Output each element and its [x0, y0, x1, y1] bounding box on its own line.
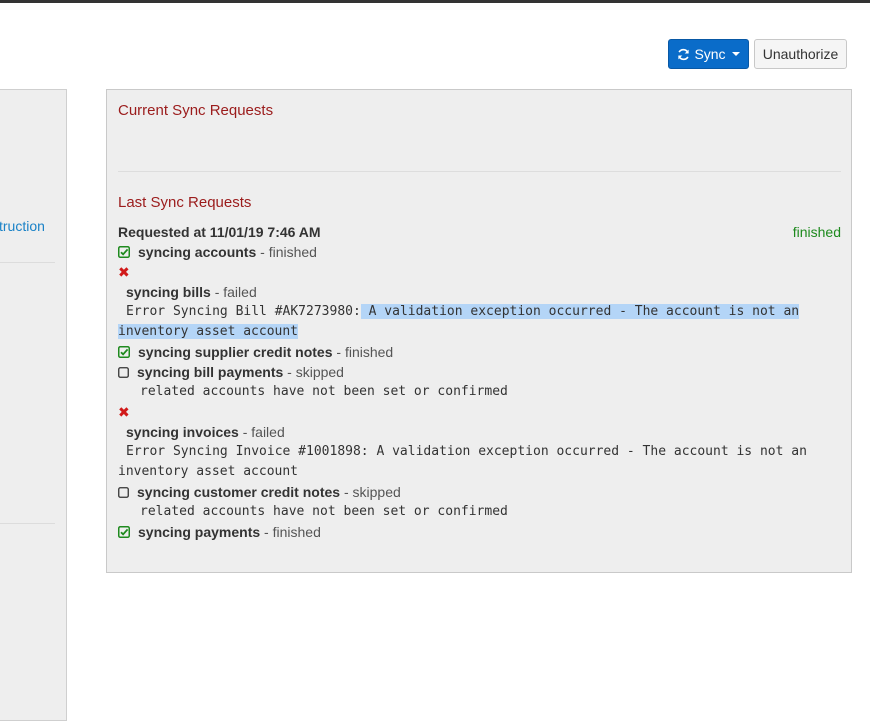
unauthorize-button[interactable]: Unauthorize: [754, 39, 847, 69]
sidebar: truction: [0, 89, 67, 721]
list-item: ✖: [118, 402, 841, 422]
x-icon: ✖: [118, 264, 130, 280]
sidebar-divider: [0, 262, 55, 263]
item-status: - finished: [264, 524, 321, 540]
request-status: finished: [792, 224, 841, 240]
item-name: syncing customer credit notes: [137, 484, 341, 500]
item-status: - skipped: [287, 364, 344, 380]
square-icon: [118, 366, 129, 378]
list-item: ✖: [118, 262, 841, 282]
sync-button-label: Sync: [694, 46, 726, 62]
list-item: syncing invoices - failed: [118, 422, 841, 442]
list-item: syncing supplier credit notes - finished: [118, 342, 841, 362]
list-item: syncing bill payments - skipped: [118, 362, 841, 382]
last-sync-heading: Last Sync Requests: [118, 194, 252, 211]
current-sync-heading: Current Sync Requests: [118, 102, 274, 119]
error-message: Error Syncing Invoice #1001898: A valida…: [118, 442, 813, 482]
list-item: syncing accounts - finished: [118, 242, 841, 262]
panel-divider: [118, 171, 841, 172]
refresh-icon: [678, 48, 690, 60]
sidebar-divider: [0, 523, 55, 524]
error-prefix: Error Syncing Bill #AK7273980:: [126, 304, 361, 319]
skip-note: related accounts have not been set or co…: [140, 384, 508, 399]
list-item: syncing payments - finished: [118, 522, 841, 542]
item-status: - skipped: [343, 484, 401, 500]
item-name: syncing bill payments: [137, 364, 284, 380]
item-name: syncing accounts: [138, 244, 257, 260]
caret-down-icon: [731, 52, 740, 56]
item-name: syncing payments: [138, 524, 261, 540]
list-item: syncing bills - failed: [118, 282, 841, 302]
requested-at: Requested at 11/01/19 7:46 AM: [118, 224, 321, 240]
sync-button[interactable]: Sync: [668, 39, 749, 69]
list-item: syncing customer credit notes - skipped: [118, 482, 841, 502]
square-icon: [118, 486, 129, 498]
item-name: syncing invoices: [126, 424, 239, 440]
check-icon: [118, 346, 130, 359]
item-name: syncing supplier credit notes: [138, 344, 333, 360]
check-icon: [118, 246, 130, 259]
item-status: - failed: [214, 284, 257, 300]
top-bar: [0, 0, 870, 3]
check-icon: [118, 526, 130, 539]
item-status: - failed: [242, 424, 285, 440]
error-message: Error Syncing Bill #AK7273980: A validat…: [118, 302, 813, 342]
skip-note: related accounts have not been set or co…: [140, 504, 508, 519]
sidebar-link[interactable]: truction: [0, 218, 45, 234]
unauthorize-button-label: Unauthorize: [762, 46, 839, 62]
item-name: syncing bills: [126, 284, 211, 300]
sync-panel: Current Sync Requests Last Sync Requests…: [106, 89, 852, 573]
item-status: - finished: [336, 344, 394, 360]
item-status: - finished: [260, 244, 317, 260]
error-text: Error Syncing Invoice #1001898: A valida…: [118, 444, 807, 479]
x-icon: ✖: [118, 404, 130, 420]
sync-list: syncing accounts - finished ✖ syncing bi…: [118, 242, 841, 542]
